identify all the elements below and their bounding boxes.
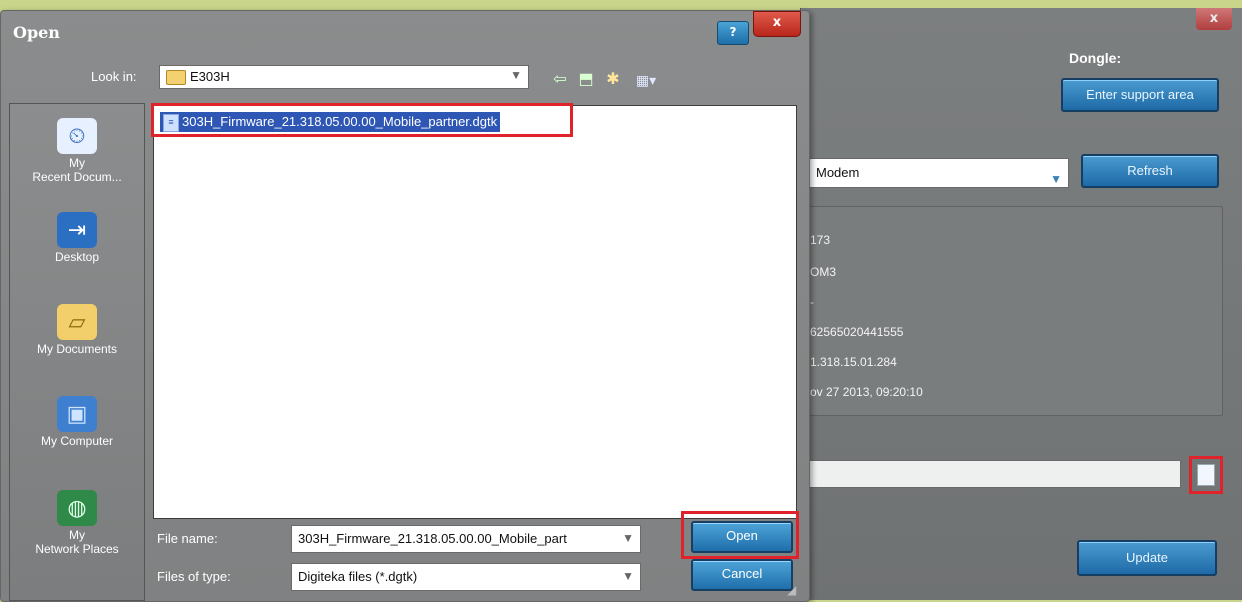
place-label: Desktop	[54, 250, 100, 264]
file-name-label: File name:	[157, 531, 218, 546]
browse-file-icon[interactable]	[1197, 464, 1215, 486]
look-in-label: Look in:	[91, 69, 137, 84]
file-name-input[interactable]: 303H_Firmware_21.318.05.00.00_Mobile_par…	[291, 525, 641, 553]
place-network-places[interactable]: ◍ My Network Places	[10, 490, 144, 556]
place-recent-documents[interactable]: ⏲ My Recent Docum...	[10, 118, 144, 184]
places-bar: ⏲ My Recent Docum... ⇥ Desktop ▱ My Docu…	[9, 103, 145, 601]
place-label: My	[69, 156, 85, 170]
open-button[interactable]: Open	[691, 521, 793, 553]
info-line-6: ov 27 2013, 09:20:10	[810, 385, 923, 399]
device-info-panel: 173 OM3 - 62565020441555 1.318.15.01.284…	[801, 206, 1223, 416]
info-line-1: 173	[810, 233, 831, 247]
dialog-title: Open	[13, 23, 60, 42]
look-in-value: E303H	[190, 69, 230, 84]
files-of-type-label: Files of type:	[157, 569, 231, 584]
new-folder-icon[interactable]: ✱	[601, 69, 625, 91]
help-button[interactable]: ?	[717, 21, 749, 45]
computer-icon: ▣	[57, 396, 97, 432]
firmware-path-input[interactable]	[809, 460, 1181, 488]
look-in-select[interactable]: E303H ▼	[159, 65, 529, 89]
refresh-button[interactable]: Refresh	[1081, 154, 1219, 188]
dialog-close-button[interactable]: x	[753, 11, 801, 37]
back-icon[interactable]: ⇦	[549, 69, 571, 91]
up-folder-icon[interactable]: ⬒	[575, 69, 597, 91]
info-line-4: 62565020441555	[810, 325, 904, 339]
place-label: My	[69, 528, 85, 542]
file-name-value: 303H_Firmware_21.318.05.00.00_Mobile_par…	[298, 531, 567, 546]
documents-icon: ▱	[57, 304, 97, 340]
place-label: My Computer	[40, 434, 114, 448]
background-app-window: x Dongle: Enter support area Modem ▼ Ref…	[800, 8, 1242, 600]
view-menu-icon[interactable]: ▦▾	[629, 69, 663, 91]
resize-grip-icon[interactable]: ◢	[787, 583, 803, 597]
folder-icon	[166, 70, 186, 85]
chevron-down-icon: ▼	[622, 531, 634, 545]
place-my-documents[interactable]: ▱ My Documents	[10, 304, 144, 356]
place-label: Network Places	[35, 542, 119, 556]
file-list[interactable]: ≡ 303H_Firmware_21.318.05.00.00_Mobile_p…	[153, 105, 797, 519]
desktop-icon: ⇥	[57, 212, 97, 248]
place-my-computer[interactable]: ▣ My Computer	[10, 396, 144, 448]
device-select[interactable]: Modem ▼	[809, 158, 1069, 188]
place-label: Recent Docum...	[32, 170, 122, 184]
chevron-down-icon: ▼	[510, 68, 522, 82]
background-close-button[interactable]: x	[1196, 8, 1232, 30]
open-dialog: Open ? x Look in: E303H ▼ ⇦ ⬒ ✱ ▦▾ ⏲ My …	[0, 10, 810, 602]
place-label: My Documents	[36, 342, 118, 356]
chevron-down-icon: ▼	[622, 569, 634, 583]
place-desktop[interactable]: ⇥ Desktop	[10, 212, 144, 264]
info-line-3: -	[810, 295, 814, 309]
chevron-down-icon: ▼	[1050, 172, 1062, 186]
network-icon: ◍	[57, 490, 97, 526]
cancel-button[interactable]: Cancel	[691, 559, 793, 591]
enter-support-area-button[interactable]: Enter support area	[1061, 78, 1219, 112]
device-select-value: Modem	[816, 165, 860, 180]
files-of-type-value: Digiteka files (*.dgtk)	[298, 569, 418, 584]
files-of-type-select[interactable]: Digiteka files (*.dgtk) ▼	[291, 563, 641, 591]
dongle-label: Dongle:	[1069, 50, 1122, 66]
file-highlight	[151, 103, 573, 137]
recent-documents-icon: ⏲	[57, 118, 97, 154]
info-line-2: OM3	[810, 265, 837, 279]
update-button[interactable]: Update	[1077, 540, 1217, 576]
info-line-5: 1.318.15.01.284	[810, 355, 897, 369]
